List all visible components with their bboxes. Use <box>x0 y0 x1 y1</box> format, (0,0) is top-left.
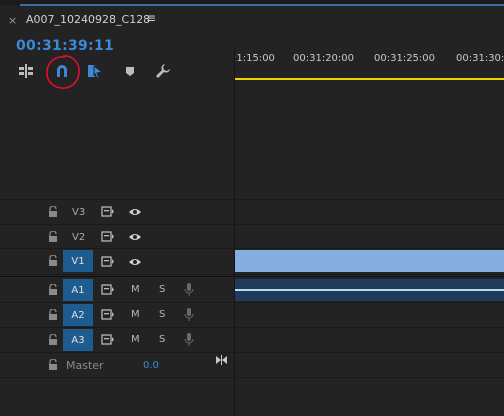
lock-icon[interactable] <box>48 334 58 345</box>
work-area-bar[interactable] <box>235 78 504 80</box>
lock-icon[interactable] <box>48 231 58 242</box>
lock-icon[interactable] <box>48 255 58 266</box>
ruler-label: :1:15:00 <box>233 53 275 64</box>
timeline-settings-wrench-icon[interactable] <box>155 63 171 79</box>
video-clip-v1[interactable] <box>235 250 504 272</box>
lock-icon[interactable] <box>48 309 58 320</box>
solo-button[interactable]: S <box>159 334 165 345</box>
voiceover-mic-icon[interactable] <box>184 332 194 347</box>
track-separator <box>0 302 504 303</box>
linked-selection-icon[interactable] <box>87 63 103 79</box>
sync-lock-icon[interactable] <box>101 256 115 267</box>
close-tab-button[interactable]: × <box>8 14 17 27</box>
sync-lock-icon[interactable] <box>101 284 115 295</box>
track-label-a3[interactable]: A3 <box>63 329 93 351</box>
track-separator <box>0 377 504 378</box>
master-track-label: Master <box>66 359 104 372</box>
sequence-tab-title[interactable]: A007_10240928_C128 <box>26 13 150 26</box>
ruler-label: 00:31:25:00 <box>374 53 436 64</box>
insert-nest-icon[interactable] <box>18 63 34 79</box>
track-separator <box>0 199 504 200</box>
lock-icon[interactable] <box>48 206 58 217</box>
track-separator <box>0 224 504 225</box>
track-label-a1[interactable]: A1 <box>63 279 93 301</box>
eye-icon[interactable] <box>128 232 142 242</box>
sync-lock-icon[interactable] <box>101 206 115 217</box>
master-volume-value[interactable]: 0.0 <box>143 360 159 371</box>
eye-icon[interactable] <box>128 207 142 217</box>
voiceover-mic-icon[interactable] <box>184 282 194 297</box>
audio-clip-a1-volume-line <box>235 289 504 291</box>
track-label-v1[interactable]: V1 <box>63 250 93 272</box>
track-label-v3[interactable]: V3 <box>72 207 85 218</box>
add-marker-icon[interactable] <box>122 63 138 79</box>
solo-button[interactable]: S <box>159 309 165 320</box>
lock-icon[interactable] <box>48 359 58 370</box>
eye-icon[interactable] <box>128 257 142 267</box>
sync-lock-icon[interactable] <box>101 334 115 345</box>
go-to-end-icon[interactable] <box>215 355 228 365</box>
voiceover-mic-icon[interactable] <box>184 307 194 322</box>
track-label-v2[interactable]: V2 <box>72 232 85 243</box>
sync-lock-icon[interactable] <box>101 309 115 320</box>
track-separator <box>0 248 504 249</box>
annotation-circle <box>46 55 80 89</box>
mute-button[interactable]: M <box>131 284 140 295</box>
track-header-divider <box>234 46 235 416</box>
mute-button[interactable]: M <box>131 309 140 320</box>
ruler-label: 00:31:20:00 <box>293 53 355 64</box>
ruler-label: 00:31:30: <box>456 53 504 64</box>
active-panel-highlight <box>20 4 504 6</box>
track-label-a2[interactable]: A2 <box>63 304 93 326</box>
track-separator <box>0 352 504 353</box>
track-separator <box>0 327 504 328</box>
playhead-timecode[interactable]: 00:31:39:11 <box>16 38 114 54</box>
mute-button[interactable]: M <box>131 334 140 345</box>
sync-lock-icon[interactable] <box>101 231 115 242</box>
video-audio-separator <box>0 276 504 277</box>
panel-menu-icon[interactable]: ≡ <box>146 11 156 25</box>
solo-button[interactable]: S <box>159 284 165 295</box>
video-audio-separator <box>0 274 504 275</box>
lock-icon[interactable] <box>48 284 58 295</box>
